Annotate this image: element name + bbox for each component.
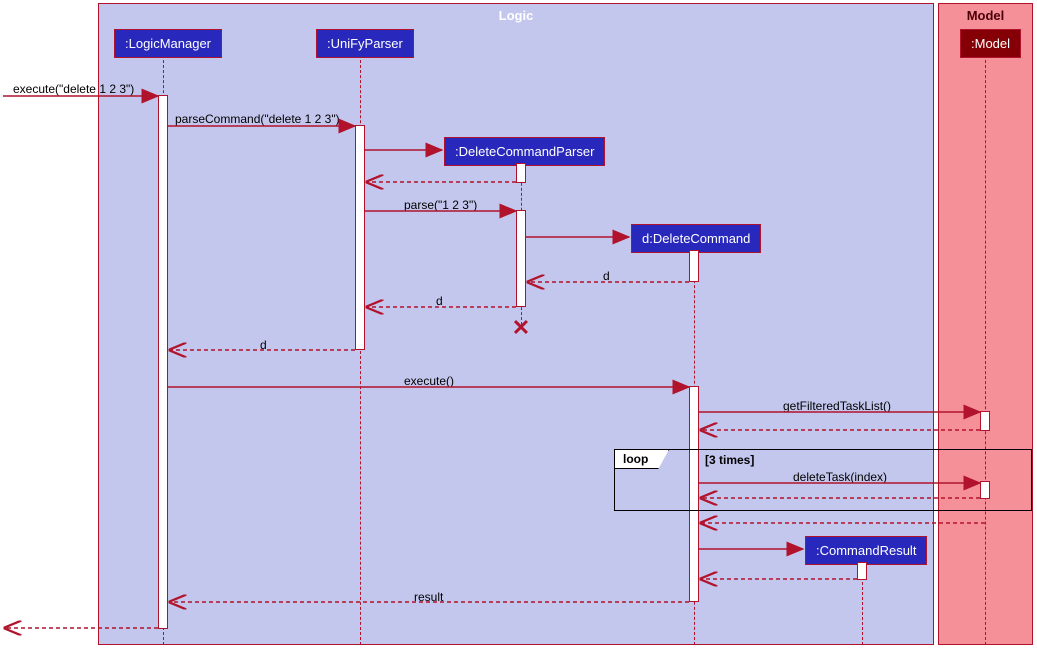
loop-condition: [3 times]	[705, 453, 754, 467]
msg-d1: d	[603, 269, 610, 283]
destroy-icon: ✕	[511, 318, 531, 338]
activation-cr	[857, 562, 867, 580]
activation-dc-create	[689, 250, 699, 282]
msg-getfiltered: getFilteredTaskList()	[783, 399, 891, 413]
participant-model: :Model	[960, 29, 1021, 58]
participant-commandresult: :CommandResult	[805, 536, 927, 565]
activation-dcp-1	[516, 163, 526, 183]
loop-label: loop	[614, 449, 669, 469]
participant-unifyparser: :UniFyParser	[316, 29, 414, 58]
frame-logic-title: Logic	[99, 8, 933, 23]
lifeline-model	[985, 55, 986, 645]
msg-d3: d	[260, 338, 267, 352]
activation-model-1	[980, 411, 990, 431]
msg-deletetask: deleteTask(index)	[793, 470, 887, 484]
msg-execute-entry: execute("delete 1 2 3")	[13, 82, 134, 96]
activation-unifyparser	[355, 125, 365, 350]
msg-parsecommand: parseCommand("delete 1 2 3")	[175, 112, 340, 126]
msg-parse: parse("1 2 3")	[404, 198, 477, 212]
participant-deletecommand: d:DeleteCommand	[631, 224, 761, 253]
msg-d2: d	[436, 294, 443, 308]
msg-result: result	[414, 590, 443, 604]
participant-deletecommandparser: :DeleteCommandParser	[444, 137, 605, 166]
frame-model-title: Model	[939, 8, 1032, 23]
msg-execute: execute()	[404, 374, 454, 388]
activation-dcp-2	[516, 210, 526, 307]
activation-logicmanager	[158, 95, 168, 629]
participant-logicmanager: :LogicManager	[114, 29, 222, 58]
